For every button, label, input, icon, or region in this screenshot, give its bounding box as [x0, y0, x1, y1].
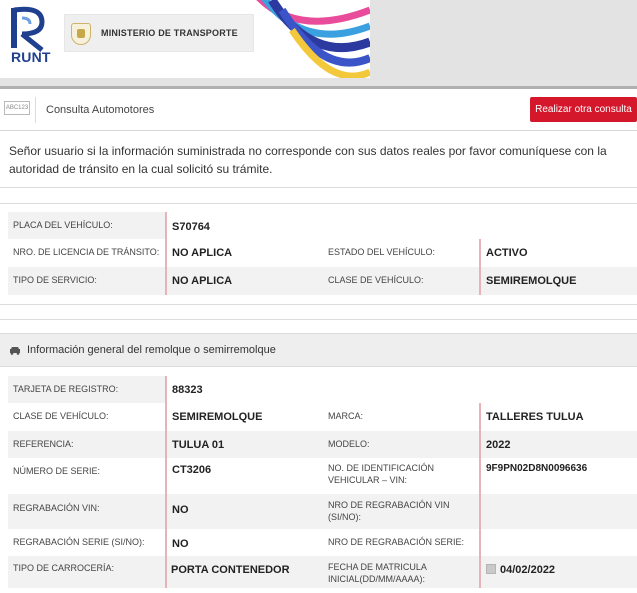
label-cell	[8, 431, 637, 458]
cell-divider	[479, 458, 481, 494]
cell-divider	[165, 376, 167, 403]
fecha-label: FECHA DE MATRICULA INICIAL(DD/MM/AAAA):	[328, 562, 427, 584]
vin-value: 9F9PN02D8N0096636	[486, 463, 588, 474]
cell-divider	[165, 212, 167, 239]
consulta-bar: ABC123 Consulta Automotores Realizar otr…	[0, 89, 637, 131]
marca-label: MARCA:	[328, 411, 364, 421]
cell-divider	[479, 239, 481, 267]
colombia-seal-icon	[71, 23, 91, 45]
logo-area: RUNT MINISTERIO DE TRANSPORTE	[0, 0, 370, 78]
nro-regrab-vin-label: NRO DE REGRABACIÓN VIN (SI/NO):	[328, 500, 450, 522]
regrab-vin-value: NO	[172, 504, 189, 516]
new-query-button[interactable]: Realizar otra consulta	[530, 97, 637, 122]
servicio-value: NO APLICA	[172, 275, 233, 287]
car-icon	[10, 347, 20, 355]
cell-divider	[165, 267, 167, 295]
cell-divider	[479, 529, 481, 556]
clase-value: SEMIREMOLQUE	[172, 411, 263, 423]
serie-value: CT3206	[172, 464, 212, 476]
divider	[0, 203, 637, 204]
estado-label: ESTADO DEL VEHÍCULO:	[328, 247, 436, 257]
table-row: TARJETA DE REGISTRO: 88323	[8, 376, 637, 403]
marca-value: TALLERES TULUA	[486, 411, 584, 423]
licencia-label: NRO. DE LICENCIA DE TRÁNSITO:	[13, 247, 160, 257]
runt-logo-text: RUNT	[11, 49, 51, 65]
section-title: Información general del remolque o semir…	[27, 344, 276, 356]
remolque-table: TARJETA DE REGISTRO: 88323 CLASE DE VEHÍ…	[8, 376, 637, 588]
vehicle-summary-table: PLACA DEL VEHÍCULO: S70764 NRO. DE LICEN…	[8, 212, 637, 295]
fecha-value: 04/02/2022	[500, 564, 556, 576]
referencia-value: TULUA 01	[172, 439, 225, 451]
tarjeta-label: TARJETA DE REGISTRO:	[13, 384, 119, 394]
cell-divider	[479, 431, 481, 458]
nro-regrab-serie-label: NRO DE REGRABACIÓN SERIE:	[328, 537, 465, 547]
table-row: CLASE DE VEHÍCULO: SEMIREMOLQUE MARCA: T…	[8, 403, 637, 431]
table-row: TIPO DE CARROCERÍA: PORTA CONTENEDOR FEC…	[8, 556, 637, 588]
cell-divider	[165, 556, 167, 588]
remolque-section-header: Información general del remolque o semir…	[0, 333, 637, 367]
consulta-title: Consulta Automotores	[46, 104, 155, 116]
table-row: REFERENCIA: TULUA 01 MODELO: 2022	[8, 431, 637, 458]
plate-badge-icon: ABC123	[4, 101, 30, 115]
top-header: RUNT MINISTERIO DE TRANSPORTE	[0, 0, 637, 86]
cell-divider	[479, 267, 481, 295]
modelo-label: MODELO:	[328, 439, 370, 449]
servicio-label: TIPO DE SERVICIO:	[13, 275, 97, 285]
cell-divider	[165, 529, 167, 556]
regrab-serie-value: NO	[172, 538, 189, 550]
decorative-waves-icon	[256, 0, 370, 78]
placa-label: PLACA DEL VEHÍCULO:	[13, 220, 113, 230]
cell-divider	[479, 556, 481, 588]
notice-text: Señor usuario si la información suminist…	[9, 144, 607, 176]
licencia-value: NO APLICA	[172, 247, 233, 259]
carroceria-value: PORTA CONTENEDOR	[171, 564, 290, 576]
ministry-name: MINISTERIO DE TRANSPORTE	[101, 28, 238, 38]
modelo-value: 2022	[486, 439, 511, 451]
table-row: NRO. DE LICENCIA DE TRÁNSITO: NO APLICA …	[8, 239, 637, 267]
bar-divider	[35, 97, 36, 123]
divider	[0, 304, 637, 305]
clase-value: SEMIREMOLQUE	[486, 275, 577, 287]
tarjeta-value: 88323	[172, 384, 203, 396]
serie-label: NÚMERO DE SERIE:	[13, 466, 101, 476]
vin-label: NO. DE IDENTIFICACIÓN VEHICULAR – VIN:	[328, 463, 435, 485]
clase-label: CLASE DE VEHÍCULO:	[13, 411, 109, 421]
estado-value: ACTIVO	[486, 247, 528, 259]
referencia-label: REFERENCIA:	[13, 439, 74, 449]
cell-divider	[165, 239, 167, 267]
regrab-vin-label: REGRABACIÓN VIN:	[13, 503, 100, 513]
cell-divider	[479, 494, 481, 529]
cell-divider	[165, 403, 167, 431]
cell-divider	[165, 458, 167, 494]
label-cell	[8, 494, 637, 529]
cell-divider	[165, 494, 167, 529]
ministry-logo: MINISTERIO DE TRANSPORTE	[64, 14, 254, 52]
table-row: REGRABACIÓN SERIE (SI/NO): NO NRO DE REG…	[8, 529, 637, 556]
table-row: REGRABACIÓN VIN: NO NRO DE REGRABACIÓN V…	[8, 494, 637, 529]
divider	[0, 187, 637, 188]
divider	[0, 319, 637, 320]
clase-label: CLASE DE VEHÍCULO:	[328, 275, 424, 285]
calendar-icon	[486, 564, 496, 574]
table-row: NÚMERO DE SERIE: CT3206 NO. DE IDENTIFIC…	[8, 458, 637, 494]
placa-value: S70764	[172, 221, 210, 233]
table-row: PLACA DEL VEHÍCULO: S70764	[8, 212, 637, 239]
regrab-serie-label: REGRABACIÓN SERIE (SI/NO):	[13, 537, 145, 547]
carroceria-label: TIPO DE CARROCERÍA:	[13, 563, 115, 573]
cell-divider	[479, 403, 481, 431]
table-row: TIPO DE SERVICIO: NO APLICA CLASE DE VEH…	[8, 267, 637, 295]
cell-divider	[165, 431, 167, 458]
